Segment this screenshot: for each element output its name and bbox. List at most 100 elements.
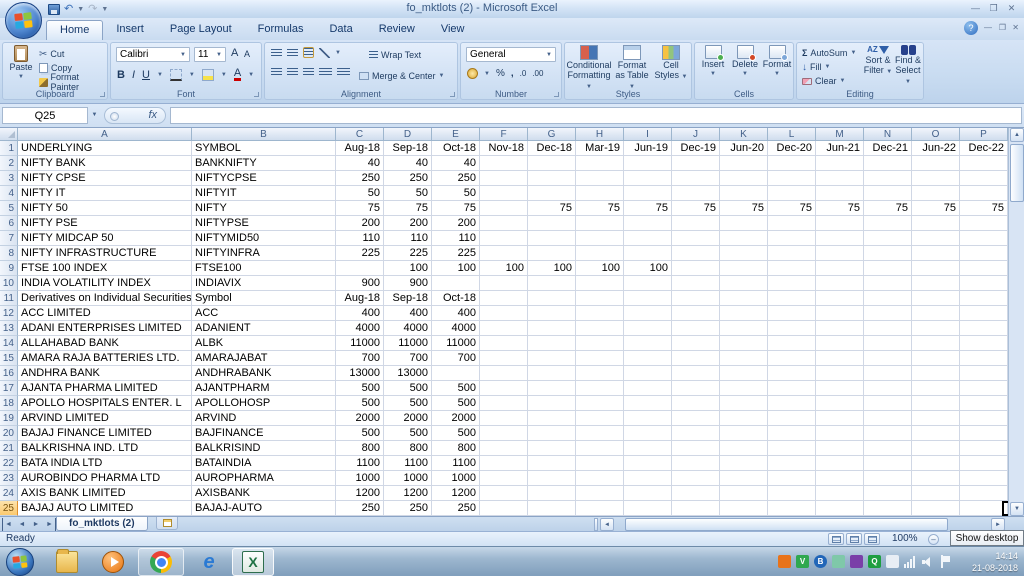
formula-input[interactable] bbox=[170, 107, 1022, 124]
cell-F14[interactable] bbox=[480, 336, 528, 351]
row-header-12[interactable]: 12 bbox=[0, 306, 18, 321]
font-size-select[interactable]: 11▼ bbox=[194, 47, 226, 62]
cell-C13[interactable]: 4000 bbox=[336, 321, 384, 336]
cell-A21[interactable]: BALKRISHNA IND. LTD bbox=[18, 441, 192, 456]
cell-E8[interactable]: 225 bbox=[432, 246, 480, 261]
cell-C9[interactable] bbox=[336, 261, 384, 276]
cell-A20[interactable]: BAJAJ FINANCE LIMITED bbox=[18, 426, 192, 441]
cell-I20[interactable] bbox=[624, 426, 672, 441]
cell-D25[interactable]: 250 bbox=[384, 501, 432, 516]
cell-E9[interactable]: 100 bbox=[432, 261, 480, 276]
cell-A23[interactable]: AUROBINDO PHARMA LTD bbox=[18, 471, 192, 486]
cell-B5[interactable]: NIFTY bbox=[192, 201, 336, 216]
cell-D4[interactable]: 50 bbox=[384, 186, 432, 201]
cell-P12[interactable] bbox=[960, 306, 1008, 321]
cell-B6[interactable]: NIFTYPSE bbox=[192, 216, 336, 231]
cell-L18[interactable] bbox=[768, 396, 816, 411]
cell-B24[interactable]: AXISBANK bbox=[192, 486, 336, 501]
cell-D8[interactable]: 225 bbox=[384, 246, 432, 261]
cell-H18[interactable] bbox=[576, 396, 624, 411]
cell-E21[interactable]: 800 bbox=[432, 441, 480, 456]
cell-C5[interactable]: 75 bbox=[336, 201, 384, 216]
sheet-tab[interactable]: fo_mktlots (2) bbox=[56, 517, 148, 531]
format-painter-button[interactable]: Format Painter bbox=[39, 75, 107, 89]
cell-A22[interactable]: BATA INDIA LTD bbox=[18, 456, 192, 471]
align-right-button[interactable] bbox=[303, 68, 314, 76]
media-player-taskbar-button[interactable] bbox=[94, 548, 132, 576]
cell-H20[interactable] bbox=[576, 426, 624, 441]
office-button[interactable] bbox=[5, 2, 42, 39]
cell-A1[interactable]: UNDERLYING bbox=[18, 141, 192, 156]
cell-E24[interactable]: 1200 bbox=[432, 486, 480, 501]
cell-K3[interactable] bbox=[720, 171, 768, 186]
cell-M3[interactable] bbox=[816, 171, 864, 186]
cell-O25[interactable] bbox=[912, 501, 960, 516]
cell-N6[interactable] bbox=[864, 216, 912, 231]
cell-A14[interactable]: ALLAHABAD BANK bbox=[18, 336, 192, 351]
cell-A3[interactable]: NIFTY CPSE bbox=[18, 171, 192, 186]
cell-H13[interactable] bbox=[576, 321, 624, 336]
cell-P9[interactable] bbox=[960, 261, 1008, 276]
autosum-button[interactable]: ΣAutoSum▼ bbox=[802, 46, 856, 60]
cell-K22[interactable] bbox=[720, 456, 768, 471]
cell-O10[interactable] bbox=[912, 276, 960, 291]
cell-J10[interactable] bbox=[672, 276, 720, 291]
cell-N23[interactable] bbox=[864, 471, 912, 486]
cell-J9[interactable] bbox=[672, 261, 720, 276]
cell-C6[interactable]: 200 bbox=[336, 216, 384, 231]
align-middle-button[interactable] bbox=[287, 49, 298, 57]
row-header-11[interactable]: 11 bbox=[0, 291, 18, 306]
cell-N12[interactable] bbox=[864, 306, 912, 321]
vertical-scroll-thumb[interactable] bbox=[1010, 144, 1024, 202]
merge-center-button[interactable]: Merge & Center ▼ bbox=[359, 69, 444, 83]
fill-color-dropdown-icon[interactable]: ▼ bbox=[221, 72, 227, 78]
grow-font-button[interactable]: A bbox=[231, 47, 238, 59]
name-box-dropdown-icon[interactable]: ▼ bbox=[88, 107, 101, 124]
cell-K17[interactable] bbox=[720, 381, 768, 396]
last-sheet-icon[interactable]: ► bbox=[44, 518, 56, 531]
cell-B3[interactable]: NIFTYCPSE bbox=[192, 171, 336, 186]
cell-H15[interactable] bbox=[576, 351, 624, 366]
cell-H2[interactable] bbox=[576, 156, 624, 171]
row-header-15[interactable]: 15 bbox=[0, 351, 18, 366]
cell-I18[interactable] bbox=[624, 396, 672, 411]
cell-N3[interactable] bbox=[864, 171, 912, 186]
row-header-23[interactable]: 23 bbox=[0, 471, 18, 486]
cell-E1[interactable]: Oct-18 bbox=[432, 141, 480, 156]
tray-app-purple-icon[interactable] bbox=[850, 555, 863, 568]
cell-H7[interactable] bbox=[576, 231, 624, 246]
cell-O23[interactable] bbox=[912, 471, 960, 486]
cell-G20[interactable] bbox=[528, 426, 576, 441]
cell-O17[interactable] bbox=[912, 381, 960, 396]
cell-L16[interactable] bbox=[768, 366, 816, 381]
cell-D3[interactable]: 250 bbox=[384, 171, 432, 186]
cell-E23[interactable]: 1000 bbox=[432, 471, 480, 486]
cell-K19[interactable] bbox=[720, 411, 768, 426]
cell-O4[interactable] bbox=[912, 186, 960, 201]
cell-K21[interactable] bbox=[720, 441, 768, 456]
col-header-J[interactable]: J bbox=[672, 128, 720, 141]
cell-B15[interactable]: AMARAJABAT bbox=[192, 351, 336, 366]
cell-H11[interactable] bbox=[576, 291, 624, 306]
cell-I10[interactable] bbox=[624, 276, 672, 291]
cell-D22[interactable]: 1100 bbox=[384, 456, 432, 471]
cell-M17[interactable] bbox=[816, 381, 864, 396]
page-break-view-button[interactable] bbox=[864, 533, 880, 545]
cell-L8[interactable] bbox=[768, 246, 816, 261]
cell-F20[interactable] bbox=[480, 426, 528, 441]
page-layout-view-button[interactable] bbox=[846, 533, 862, 545]
cell-P3[interactable] bbox=[960, 171, 1008, 186]
cell-G21[interactable] bbox=[528, 441, 576, 456]
cell-H3[interactable] bbox=[576, 171, 624, 186]
conditional-formatting-button[interactable]: Conditional Formatting ▼ bbox=[567, 45, 611, 92]
paste-button[interactable]: Paste ▼ bbox=[6, 45, 36, 82]
cell-J19[interactable] bbox=[672, 411, 720, 426]
cell-N7[interactable] bbox=[864, 231, 912, 246]
cell-D12[interactable]: 400 bbox=[384, 306, 432, 321]
cell-B7[interactable]: NIFTYMID50 bbox=[192, 231, 336, 246]
row-header-3[interactable]: 3 bbox=[0, 171, 18, 186]
font-family-select[interactable]: Calibri▼ bbox=[116, 47, 190, 62]
cell-P8[interactable] bbox=[960, 246, 1008, 261]
cell-F11[interactable] bbox=[480, 291, 528, 306]
clear-button[interactable]: Clear▼ bbox=[802, 74, 856, 88]
